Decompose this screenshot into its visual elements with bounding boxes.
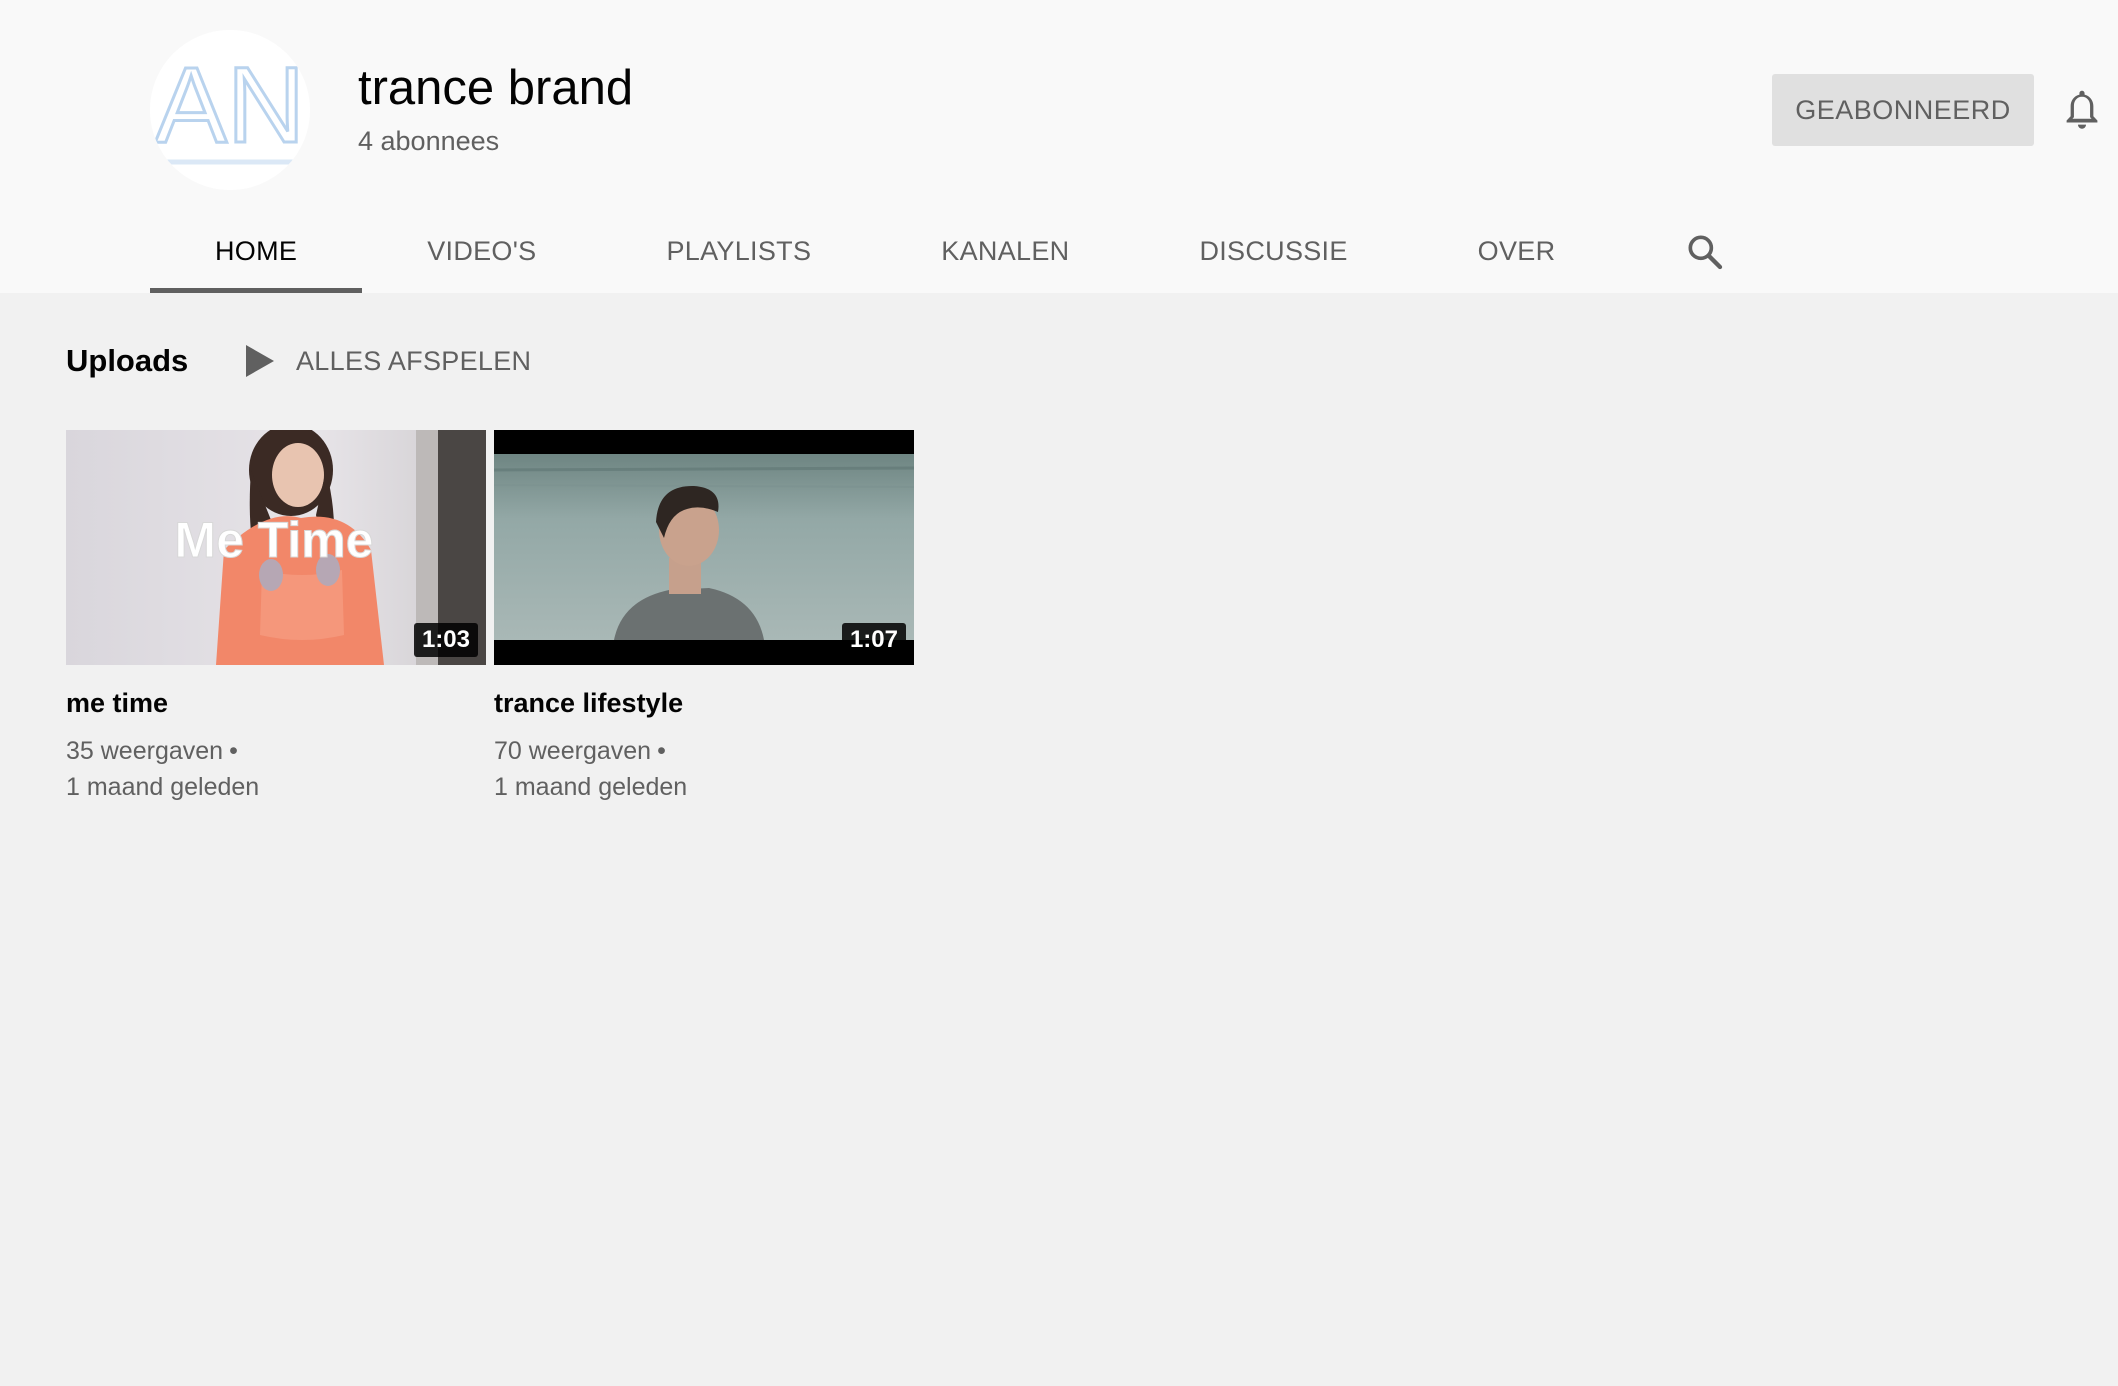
video-duration: 1:07 bbox=[841, 623, 906, 657]
channel-avatar[interactable]: AN bbox=[150, 30, 310, 190]
tab-playlists-label: PLAYLISTS bbox=[666, 236, 812, 266]
shelf-title[interactable]: Uploads bbox=[66, 340, 188, 382]
tab-discussion-label: DISCUSSIE bbox=[1199, 236, 1348, 266]
video-card[interactable]: 1:07 trance lifestyle 70 weergaven • 1 ma… bbox=[494, 430, 914, 805]
video-meta: 70 weergaven • 1 maand geleden bbox=[494, 733, 914, 805]
tab-about-label: OVER bbox=[1477, 236, 1556, 266]
tab-channels-label: KANALEN bbox=[941, 236, 1070, 266]
tab-home[interactable]: HOME bbox=[150, 210, 363, 293]
channel-title: trance brand bbox=[358, 61, 634, 115]
tab-channels[interactable]: KANALEN bbox=[876, 210, 1134, 293]
subscribed-button[interactable]: GEABONNEERD bbox=[1772, 74, 2034, 146]
video-title[interactable]: trance lifestyle bbox=[494, 685, 914, 721]
play-all-label: ALLES AFSPELEN bbox=[296, 345, 532, 376]
play-all-button[interactable]: ALLES AFSPELEN bbox=[246, 340, 531, 382]
thumbnail-overlay-text: Me Time bbox=[174, 512, 373, 568]
channel-header: AN trance brand 4 abonnees GEABONNEERD H… bbox=[0, 0, 2118, 293]
tab-about[interactable]: OVER bbox=[1413, 210, 1621, 293]
video-title[interactable]: me time bbox=[66, 685, 486, 721]
tab-videos-label: VIDEO'S bbox=[427, 236, 537, 266]
video-thumbnail[interactable]: 1:07 bbox=[494, 430, 914, 665]
video-views: 35 weergaven bbox=[66, 737, 224, 765]
video-age: 1 maand geleden bbox=[494, 773, 688, 801]
video-thumbnail[interactable]: Me Time 1:03 bbox=[66, 430, 486, 665]
play-icon bbox=[246, 345, 274, 377]
tab-discussion[interactable]: DISCUSSIE bbox=[1134, 210, 1412, 293]
video-views: 70 weergaven bbox=[494, 737, 652, 765]
channel-search-icon[interactable] bbox=[1660, 210, 1750, 293]
video-card[interactable]: Me Time 1:03 me time 35 weergaven • 1 maa… bbox=[66, 430, 486, 805]
video-meta: 35 weergaven • 1 maand geleden bbox=[66, 733, 486, 805]
meta-separator: • bbox=[229, 737, 238, 765]
subscriber-count: 4 abonnees bbox=[358, 126, 500, 156]
video-age: 1 maand geleden bbox=[66, 773, 260, 801]
avatar-logo-text: AN bbox=[155, 44, 305, 165]
meta-separator: • bbox=[657, 737, 666, 765]
avatar-logo: AN bbox=[150, 30, 310, 190]
tab-videos[interactable]: VIDEO'S bbox=[362, 210, 601, 293]
channel-tabs: HOME VIDEO'S PLAYLISTS KANALEN DISCUSSIE… bbox=[150, 210, 1750, 293]
video-duration: 1:03 bbox=[413, 623, 478, 657]
tab-home-label: HOME bbox=[215, 236, 298, 266]
notification-bell-icon[interactable] bbox=[2060, 86, 2104, 134]
tab-playlists[interactable]: PLAYLISTS bbox=[602, 210, 877, 293]
